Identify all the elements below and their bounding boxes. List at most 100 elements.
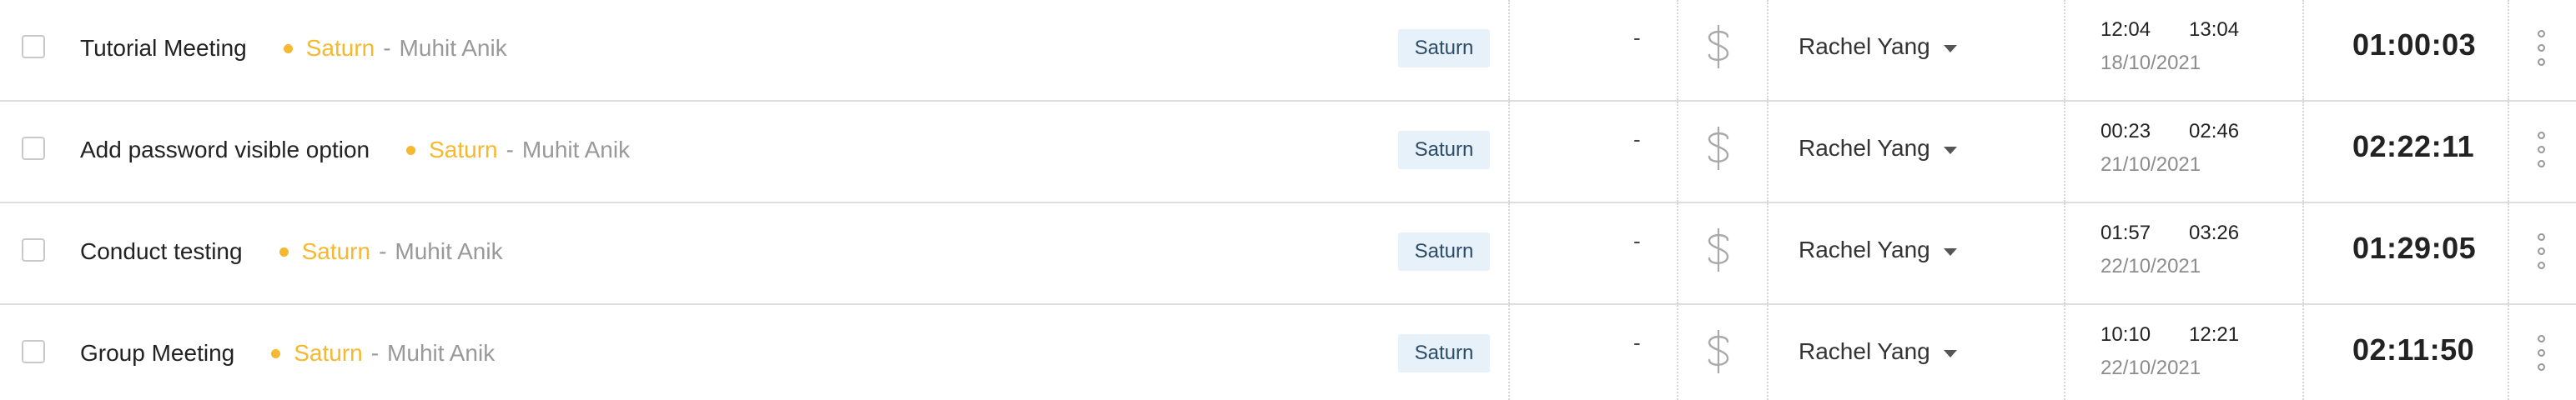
duration[interactable]: 02:22:11 <box>2352 129 2474 164</box>
start-time[interactable]: 01:57 <box>2101 222 2151 245</box>
project-color-dot <box>271 348 281 358</box>
select-checkbox[interactable] <box>22 340 45 363</box>
entry-date[interactable]: 22/10/2021 <box>2101 255 2201 278</box>
project-client-separator: - <box>379 238 387 264</box>
divider <box>2302 102 2304 202</box>
rate-value: - <box>1633 127 1641 152</box>
end-time[interactable]: 13:04 <box>2189 18 2239 42</box>
user-select[interactable]: Rachel Yang <box>1799 30 1957 63</box>
select-checkbox[interactable] <box>22 137 45 160</box>
user-name: Rachel Yang <box>1799 237 1930 262</box>
caret-down-icon <box>1943 146 1957 154</box>
more-vertical-icon[interactable] <box>2533 28 2553 68</box>
divider <box>1508 305 1510 400</box>
divider <box>2302 203 2304 303</box>
divider <box>1767 0 1768 100</box>
project-client-separator: - <box>506 137 514 162</box>
end-time[interactable]: 12:21 <box>2189 323 2239 347</box>
task-title[interactable]: Tutorial Meeting <box>80 35 247 62</box>
project-color-dot <box>406 145 416 155</box>
divider <box>1677 102 1678 202</box>
duration[interactable]: 01:29:05 <box>2352 231 2476 266</box>
user-select[interactable]: Rachel Yang <box>1799 132 1957 165</box>
task-title[interactable]: Conduct testing <box>80 238 243 265</box>
divider <box>1508 102 1510 202</box>
dollar-icon[interactable] <box>1702 325 1735 378</box>
time-entry-list: Tutorial Meeting Saturn - Muhit Anik Sat… <box>0 0 2576 400</box>
divider <box>2508 305 2509 400</box>
divider <box>1767 203 1768 303</box>
dollar-icon[interactable] <box>1702 20 1735 73</box>
divider <box>2508 102 2509 202</box>
duration[interactable]: 02:11:50 <box>2352 332 2474 368</box>
more-vertical-icon[interactable] <box>2533 232 2553 272</box>
user-select[interactable]: Rachel Yang <box>1799 233 1957 267</box>
project-color-dot <box>283 43 293 53</box>
divider <box>1677 305 1678 400</box>
tag-badge[interactable]: Saturn <box>1398 334 1490 372</box>
project-name[interactable]: Saturn <box>429 137 498 163</box>
entry-description: Group Meeting Saturn - Muhit Anik <box>80 337 495 370</box>
task-title[interactable]: Add password visible option <box>80 137 370 163</box>
entry-description: Add password visible option Saturn - Muh… <box>80 133 630 167</box>
client-name: Muhit Anik <box>387 340 496 366</box>
select-checkbox[interactable] <box>22 238 45 262</box>
project-name[interactable]: Saturn <box>294 340 363 367</box>
time-entry-row[interactable]: Conduct testing Saturn - Muhit Anik Satu… <box>0 203 2576 305</box>
user-name: Rachel Yang <box>1799 338 1930 364</box>
duration[interactable]: 01:00:03 <box>2352 28 2476 62</box>
rate-value: - <box>1633 25 1641 50</box>
divider <box>1677 203 1678 303</box>
start-time[interactable]: 00:23 <box>2101 120 2151 143</box>
divider <box>2508 0 2509 100</box>
end-time[interactable]: 03:26 <box>2189 222 2239 245</box>
time-entry-row[interactable]: Tutorial Meeting Saturn - Muhit Anik Sat… <box>0 0 2576 102</box>
entry-description: Conduct testing Saturn - Muhit Anik <box>80 235 503 268</box>
entry-date[interactable]: 18/10/2021 <box>2101 52 2201 75</box>
time-entry-row[interactable]: Group Meeting Saturn - Muhit Anik Saturn… <box>0 305 2576 400</box>
rate-value: - <box>1633 330 1641 355</box>
end-time[interactable]: 02:46 <box>2189 120 2239 143</box>
more-vertical-icon[interactable] <box>2533 130 2553 170</box>
tag-badge[interactable]: Saturn <box>1398 131 1490 169</box>
entry-description: Tutorial Meeting Saturn - Muhit Anik <box>80 32 507 65</box>
divider <box>1767 102 1768 202</box>
caret-down-icon <box>1943 349 1957 358</box>
project-name[interactable]: Saturn <box>302 238 371 265</box>
rate-value: - <box>1633 228 1641 253</box>
project-name[interactable]: Saturn <box>306 35 375 62</box>
select-checkbox[interactable] <box>22 35 45 58</box>
divider <box>1767 305 1768 400</box>
start-time[interactable]: 12:04 <box>2101 18 2151 42</box>
user-select[interactable]: Rachel Yang <box>1799 335 1957 368</box>
divider <box>2508 203 2509 303</box>
more-vertical-icon[interactable] <box>2533 333 2553 373</box>
tag-badge[interactable]: Saturn <box>1398 29 1490 68</box>
divider <box>2302 305 2304 400</box>
entry-date[interactable]: 21/10/2021 <box>2101 153 2201 177</box>
project-client-separator: - <box>383 35 391 61</box>
caret-down-icon <box>1943 248 1957 256</box>
divider <box>1677 0 1678 100</box>
tag-badge[interactable]: Saturn <box>1398 232 1490 271</box>
divider <box>2064 102 2065 202</box>
user-name: Rachel Yang <box>1799 33 1930 59</box>
divider <box>2064 203 2065 303</box>
task-title[interactable]: Group Meeting <box>80 340 234 367</box>
caret-down-icon <box>1943 44 1957 52</box>
divider <box>1508 0 1510 100</box>
divider <box>2064 0 2065 100</box>
entry-date[interactable]: 22/10/2021 <box>2101 357 2201 380</box>
time-entry-row[interactable]: Add password visible option Saturn - Muh… <box>0 102 2576 203</box>
start-time[interactable]: 10:10 <box>2101 323 2151 347</box>
dollar-icon[interactable] <box>1702 223 1735 277</box>
dollar-icon[interactable] <box>1702 122 1735 175</box>
divider <box>1508 203 1510 303</box>
client-name: Muhit Anik <box>521 137 631 162</box>
client-name: Muhit Anik <box>395 238 503 264</box>
project-client-separator: - <box>370 340 380 366</box>
client-name: Muhit Anik <box>399 35 507 61</box>
user-name: Rachel Yang <box>1799 135 1930 161</box>
divider <box>2302 0 2304 100</box>
divider <box>2064 305 2065 400</box>
